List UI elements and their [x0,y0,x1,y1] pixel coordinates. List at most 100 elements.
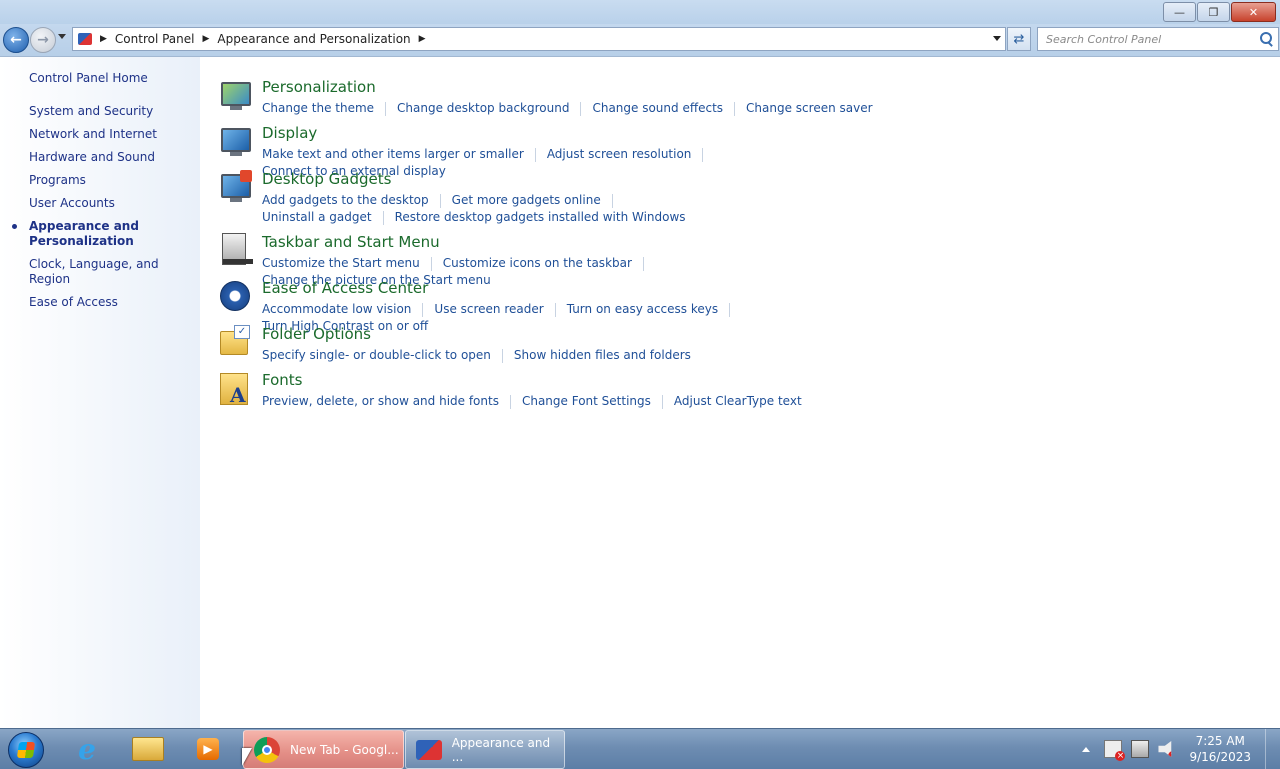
taskbar-item-chrome[interactable]: New Tab - Googl... [243,730,404,769]
forward-arrow-icon: → [37,32,49,48]
link-divider [661,395,663,409]
system-tray: 7:25 AM 9/16/2023 [1082,729,1280,769]
link-divider [422,303,424,317]
minimize-button[interactable]: — [1163,2,1196,22]
chevron-right-icon[interactable]: ▶ [419,34,426,44]
show-desktop-button[interactable] [1265,729,1280,769]
task-label: New Tab - Googl... [290,742,399,757]
link-change-screen-saver[interactable]: Change screen saver [746,100,873,117]
search-box[interactable] [1037,27,1279,51]
link-change-theme[interactable]: Change the theme [262,100,374,117]
link-font-settings[interactable]: Change Font Settings [522,393,651,410]
ease-of-access-icon[interactable] [218,279,252,313]
link-add-gadgets[interactable]: Add gadgets to the desktop [262,192,429,209]
category-title[interactable]: Display [262,124,317,142]
recent-pages-dropdown[interactable] [58,34,66,39]
start-button[interactable] [8,732,44,768]
restore-button[interactable]: ❐ [1197,2,1230,22]
fonts-icon[interactable]: A [218,371,252,407]
sidebar-home-link[interactable]: Control Panel Home [29,71,148,85]
desktop-gadgets-icon[interactable] [218,170,252,204]
link-divider [611,194,613,208]
display-icon[interactable] [218,124,252,158]
category-title[interactable]: Fonts [262,371,302,389]
link-uninstall-gadget[interactable]: Uninstall a gadget [262,209,372,226]
link-divider [430,257,432,271]
taskbar-icon[interactable] [218,233,253,267]
pinned-file-explorer[interactable] [124,732,172,766]
search-input[interactable] [1044,31,1258,47]
chevron-right-icon[interactable]: ▶ [100,34,107,44]
personalization-icon[interactable] [218,78,252,112]
sidebar-item-hardware-sound[interactable]: Hardware and Sound [29,150,194,165]
sidebar-item-network[interactable]: Network and Internet [29,127,194,142]
category-title[interactable]: Ease of Access Center [262,279,428,297]
volume-muted-icon[interactable] [1158,741,1172,757]
sidebar-item-user-accounts[interactable]: User Accounts [29,196,194,211]
link-screen-reader[interactable]: Use screen reader [434,301,543,318]
media-player-icon: ▶ [197,738,219,760]
link-change-sounds[interactable]: Change sound effects [592,100,723,117]
sidebar: Control Panel Home System and Security N… [0,57,201,728]
sidebar-item-system-security[interactable]: System and Security [29,104,194,119]
restore-icon: ❐ [1208,5,1219,19]
breadcrumb-control-panel[interactable]: Control Panel [115,32,195,46]
active-bullet-icon [12,224,17,229]
refresh-button[interactable]: ⇄ [1007,27,1031,51]
link-low-vision[interactable]: Accommodate low vision [262,301,411,318]
link-text-size[interactable]: Make text and other items larger or smal… [262,146,524,163]
link-divider [382,211,384,225]
navigation-bar: ← → ▶ Control Panel ▶ Appearance and Per… [0,24,1280,57]
link-divider [534,148,536,162]
pinned-media-player[interactable]: ▶ [184,732,232,766]
link-screen-resolution[interactable]: Adjust screen resolution [547,146,692,163]
link-divider [509,395,511,409]
network-icon[interactable] [1131,740,1150,758]
category-links: Add gadgets to the desktop Get more gadg… [262,192,722,226]
taskbar-item-control-panel[interactable]: Appearance and ... [405,730,565,769]
main-content: Personalization Change the theme Change … [200,57,1280,728]
link-access-keys[interactable]: Turn on easy access keys [567,301,718,318]
link-change-background[interactable]: Change desktop background [397,100,569,117]
category-links: Change the theme Change desktop backgrou… [262,100,882,117]
control-panel-icon [78,33,92,45]
link-cleartype[interactable]: Adjust ClearType text [674,393,802,410]
link-restore-gadgets[interactable]: Restore desktop gadgets installed with W… [395,209,686,226]
address-dropdown-icon[interactable] [993,36,1001,41]
taskbar: e ▶ New Tab - Googl... Appearance and ..… [0,728,1280,769]
category-title[interactable]: Desktop Gadgets [262,170,391,188]
link-customize-taskbar-icons[interactable]: Customize icons on the taskbar [443,255,632,272]
sidebar-item-clock-region[interactable]: Clock, Language, and Region [29,257,194,287]
category-title[interactable]: Folder Options [262,325,371,343]
link-preview-fonts[interactable]: Preview, delete, or show and hide fonts [262,393,499,410]
forward-button[interactable]: → [30,27,56,53]
link-divider [385,102,387,116]
link-divider [729,303,731,317]
link-single-double-click[interactable]: Specify single- or double-click to open [262,347,491,364]
category-links: Specify single- or double-click to open … [262,347,882,364]
link-hidden-files[interactable]: Show hidden files and folders [514,347,691,364]
sidebar-item-ease-of-access[interactable]: Ease of Access [29,295,194,310]
breadcrumb-appearance[interactable]: Appearance and Personalization [217,32,410,46]
back-button[interactable]: ← [3,27,29,53]
action-center-flag-icon[interactable] [1104,740,1126,761]
link-customize-start-menu[interactable]: Customize the Start menu [262,255,420,272]
link-more-gadgets[interactable]: Get more gadgets online [452,192,601,209]
clock[interactable]: 7:25 AM 9/16/2023 [1189,733,1251,765]
address-bar[interactable]: ▶ Control Panel ▶ Appearance and Persona… [72,27,1006,51]
chevron-right-icon[interactable]: ▶ [203,34,210,44]
category-title[interactable]: Personalization [262,78,376,96]
sidebar-item-programs[interactable]: Programs [29,173,194,188]
search-icon[interactable] [1258,31,1274,47]
link-divider [501,349,503,363]
clock-date: 9/16/2023 [1189,750,1251,764]
link-divider [580,102,582,116]
link-divider [554,303,556,317]
folder-icon [132,737,164,761]
category-title[interactable]: Taskbar and Start Menu [262,233,440,251]
show-hidden-icons-arrow-icon[interactable] [1082,746,1091,752]
folder-options-icon[interactable]: ✓ [218,325,252,359]
window-controls: — ❐ ✕ [1163,2,1276,22]
pinned-internet-explorer[interactable]: e [63,732,111,766]
close-button[interactable]: ✕ [1231,2,1276,22]
